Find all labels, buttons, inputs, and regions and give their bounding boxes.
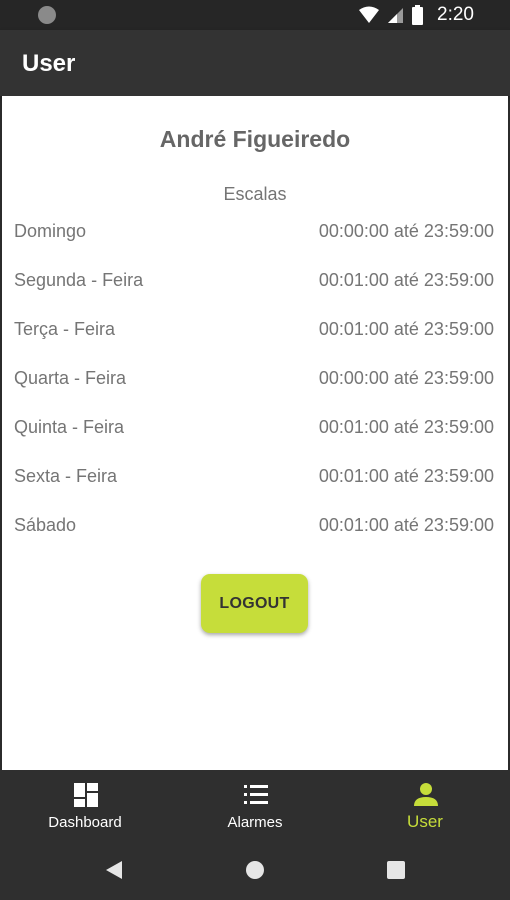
nav-item-alarmes[interactable]: Alarmes [170,770,340,840]
schedule-list: Domingo 00:00:00 até 23:59:00 Segunda - … [2,217,508,560]
recents-icon[interactable] [384,858,408,882]
schedule-row: Segunda - Feira 00:01:00 até 23:59:00 [2,266,508,315]
app-bar: User [0,30,510,96]
wifi-icon [359,6,380,23]
user-name: André Figueiredo [159,126,351,152]
notification-dot-icon [38,6,56,24]
page-title: User [22,50,76,77]
nav-item-dashboard[interactable]: Dashboard [0,770,170,840]
nav-label-dashboard: Dashboard [48,814,122,831]
schedule-hours: 00:01:00 até 23:59:00 [318,319,494,339]
schedule-day: Quarta - Feira [14,368,127,388]
list-icon [244,785,268,804]
schedule-hours: 00:00:00 até 23:59:00 [318,221,494,241]
battery-icon [412,5,424,25]
schedule-day: Sábado [14,515,77,535]
status-time: 2:20 [437,4,474,25]
schedule-row: Domingo 00:00:00 até 23:59:00 [2,217,508,266]
schedule-hours: 00:01:00 até 23:59:00 [318,270,494,290]
schedule-row: Sábado 00:01:00 até 23:59:00 [2,511,508,560]
schedule-row: Quarta - Feira 00:00:00 até 23:59:00 [2,364,508,413]
schedule-hours: 00:01:00 até 23:59:00 [318,515,494,535]
schedule-hours: 00:01:00 até 23:59:00 [318,466,494,486]
user-content: André Figueiredo Escalas Domingo 00:00:0… [2,96,508,770]
schedule-day: Terça - Feira [14,319,116,339]
bottom-navigation: Dashboard Alarmes User [0,770,510,840]
schedule-day: Segunda - Feira [14,270,144,290]
schedule-day: Quinta - Feira [14,417,125,437]
back-icon[interactable] [102,858,126,882]
system-navigation-bar [0,840,510,900]
schedule-hours: 00:00:00 até 23:59:00 [318,368,494,388]
dashboard-icon [74,783,98,807]
cellular-signal-icon [388,8,404,23]
status-bar: 2:20 [0,0,510,30]
schedule-hours: 00:01:00 até 23:59:00 [318,417,494,437]
schedule-row: Sexta - Feira 00:01:00 até 23:59:00 [2,462,508,511]
logout-button[interactable]: LOGOUT [201,574,308,633]
nav-label-alarmes: Alarmes [227,814,283,831]
schedule-title: Escalas [223,184,287,204]
home-icon[interactable] [243,858,267,882]
schedule-day: Domingo [14,221,87,241]
nav-label-user: User [407,812,443,831]
schedule-row: Terça - Feira 00:01:00 até 23:59:00 [2,315,508,364]
schedule-day: Sexta - Feira [14,466,118,486]
status-icons: 2:20 [358,4,474,26]
person-icon [414,783,438,806]
nav-item-user[interactable]: User [340,770,510,840]
schedule-row: Quinta - Feira 00:01:00 até 23:59:00 [2,413,508,462]
